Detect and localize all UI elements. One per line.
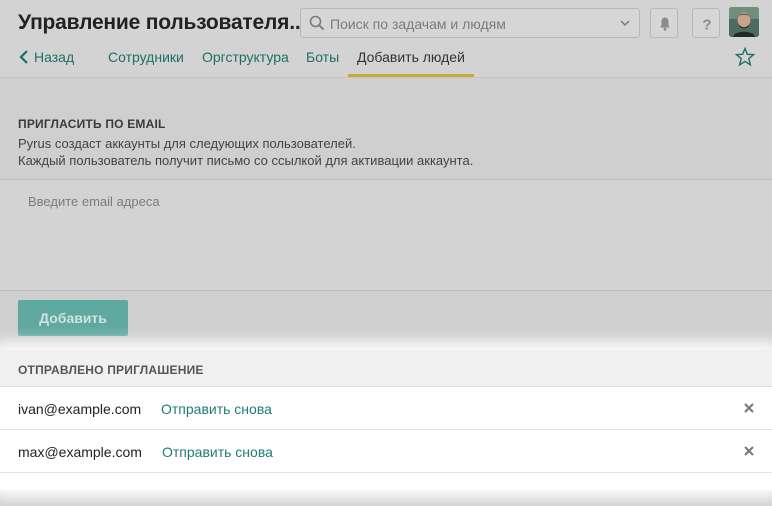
invite-description-line1: Pyrus создаст аккаунты для следующих пол…	[18, 136, 356, 151]
sent-invitations-header: ОТПРАВЛЕНО ПРИГЛАШЕНИЕ	[0, 350, 772, 387]
tab-employees[interactable]: Сотрудники	[108, 49, 184, 65]
add-button[interactable]: Добавить	[18, 300, 128, 336]
help-button[interactable]: ?	[692, 8, 720, 38]
email-textarea[interactable]: Введите email адреса	[0, 179, 772, 291]
sent-invitations-panel: ОТПРАВЛЕНО ПРИГЛАШЕНИЕ ivan@example.com …	[0, 350, 772, 490]
question-icon: ?	[702, 17, 711, 33]
star-icon[interactable]	[735, 47, 755, 67]
invite-title: ПРИГЛАСИТЬ ПО EMAIL	[18, 117, 166, 131]
search-icon	[309, 15, 325, 31]
user-avatar[interactable]	[729, 7, 759, 37]
page-title: Управление пользователя...	[18, 11, 307, 34]
chevron-down-icon[interactable]	[619, 17, 631, 29]
active-tab-indicator	[348, 74, 474, 77]
invited-email: max@example.com	[18, 444, 142, 460]
search-input[interactable]: Поиск по задачам и людям	[330, 16, 506, 32]
notifications-button[interactable]	[650, 8, 678, 38]
search-box[interactable]: Поиск по задачам и людям	[300, 8, 640, 38]
resend-link[interactable]: Отправить снова	[161, 401, 272, 417]
avatar-image	[729, 7, 759, 37]
back-label: Назад	[34, 49, 75, 65]
invite-description-line2: Каждый пользователь получит письмо со сс…	[18, 153, 474, 168]
back-link[interactable]: Назад	[18, 49, 74, 65]
nav-bar: Назад Сотрудники Оргструктура Боты Добав…	[0, 44, 772, 78]
top-header: Управление пользователя... Поиск по зада…	[0, 0, 772, 78]
close-icon[interactable]	[742, 401, 756, 415]
resend-link[interactable]: Отправить снова	[162, 444, 273, 460]
svg-text:?: ?	[702, 17, 711, 33]
invited-email: ivan@example.com	[18, 401, 142, 417]
tab-bots[interactable]: Боты	[306, 49, 339, 65]
email-placeholder: Введите email адреса	[28, 194, 160, 209]
invitation-row: max@example.com Отправить снова	[0, 430, 772, 473]
chevron-left-icon	[19, 50, 28, 64]
close-icon[interactable]	[742, 444, 756, 458]
tab-org-structure[interactable]: Оргструктура	[202, 49, 289, 65]
tab-add-people[interactable]: Добавить людей	[357, 49, 465, 65]
invitation-row: ivan@example.com Отправить снова	[0, 387, 772, 430]
sent-invitations-title: ОТПРАВЛЕНО ПРИГЛАШЕНИЕ	[18, 363, 204, 377]
bell-icon	[660, 17, 670, 31]
